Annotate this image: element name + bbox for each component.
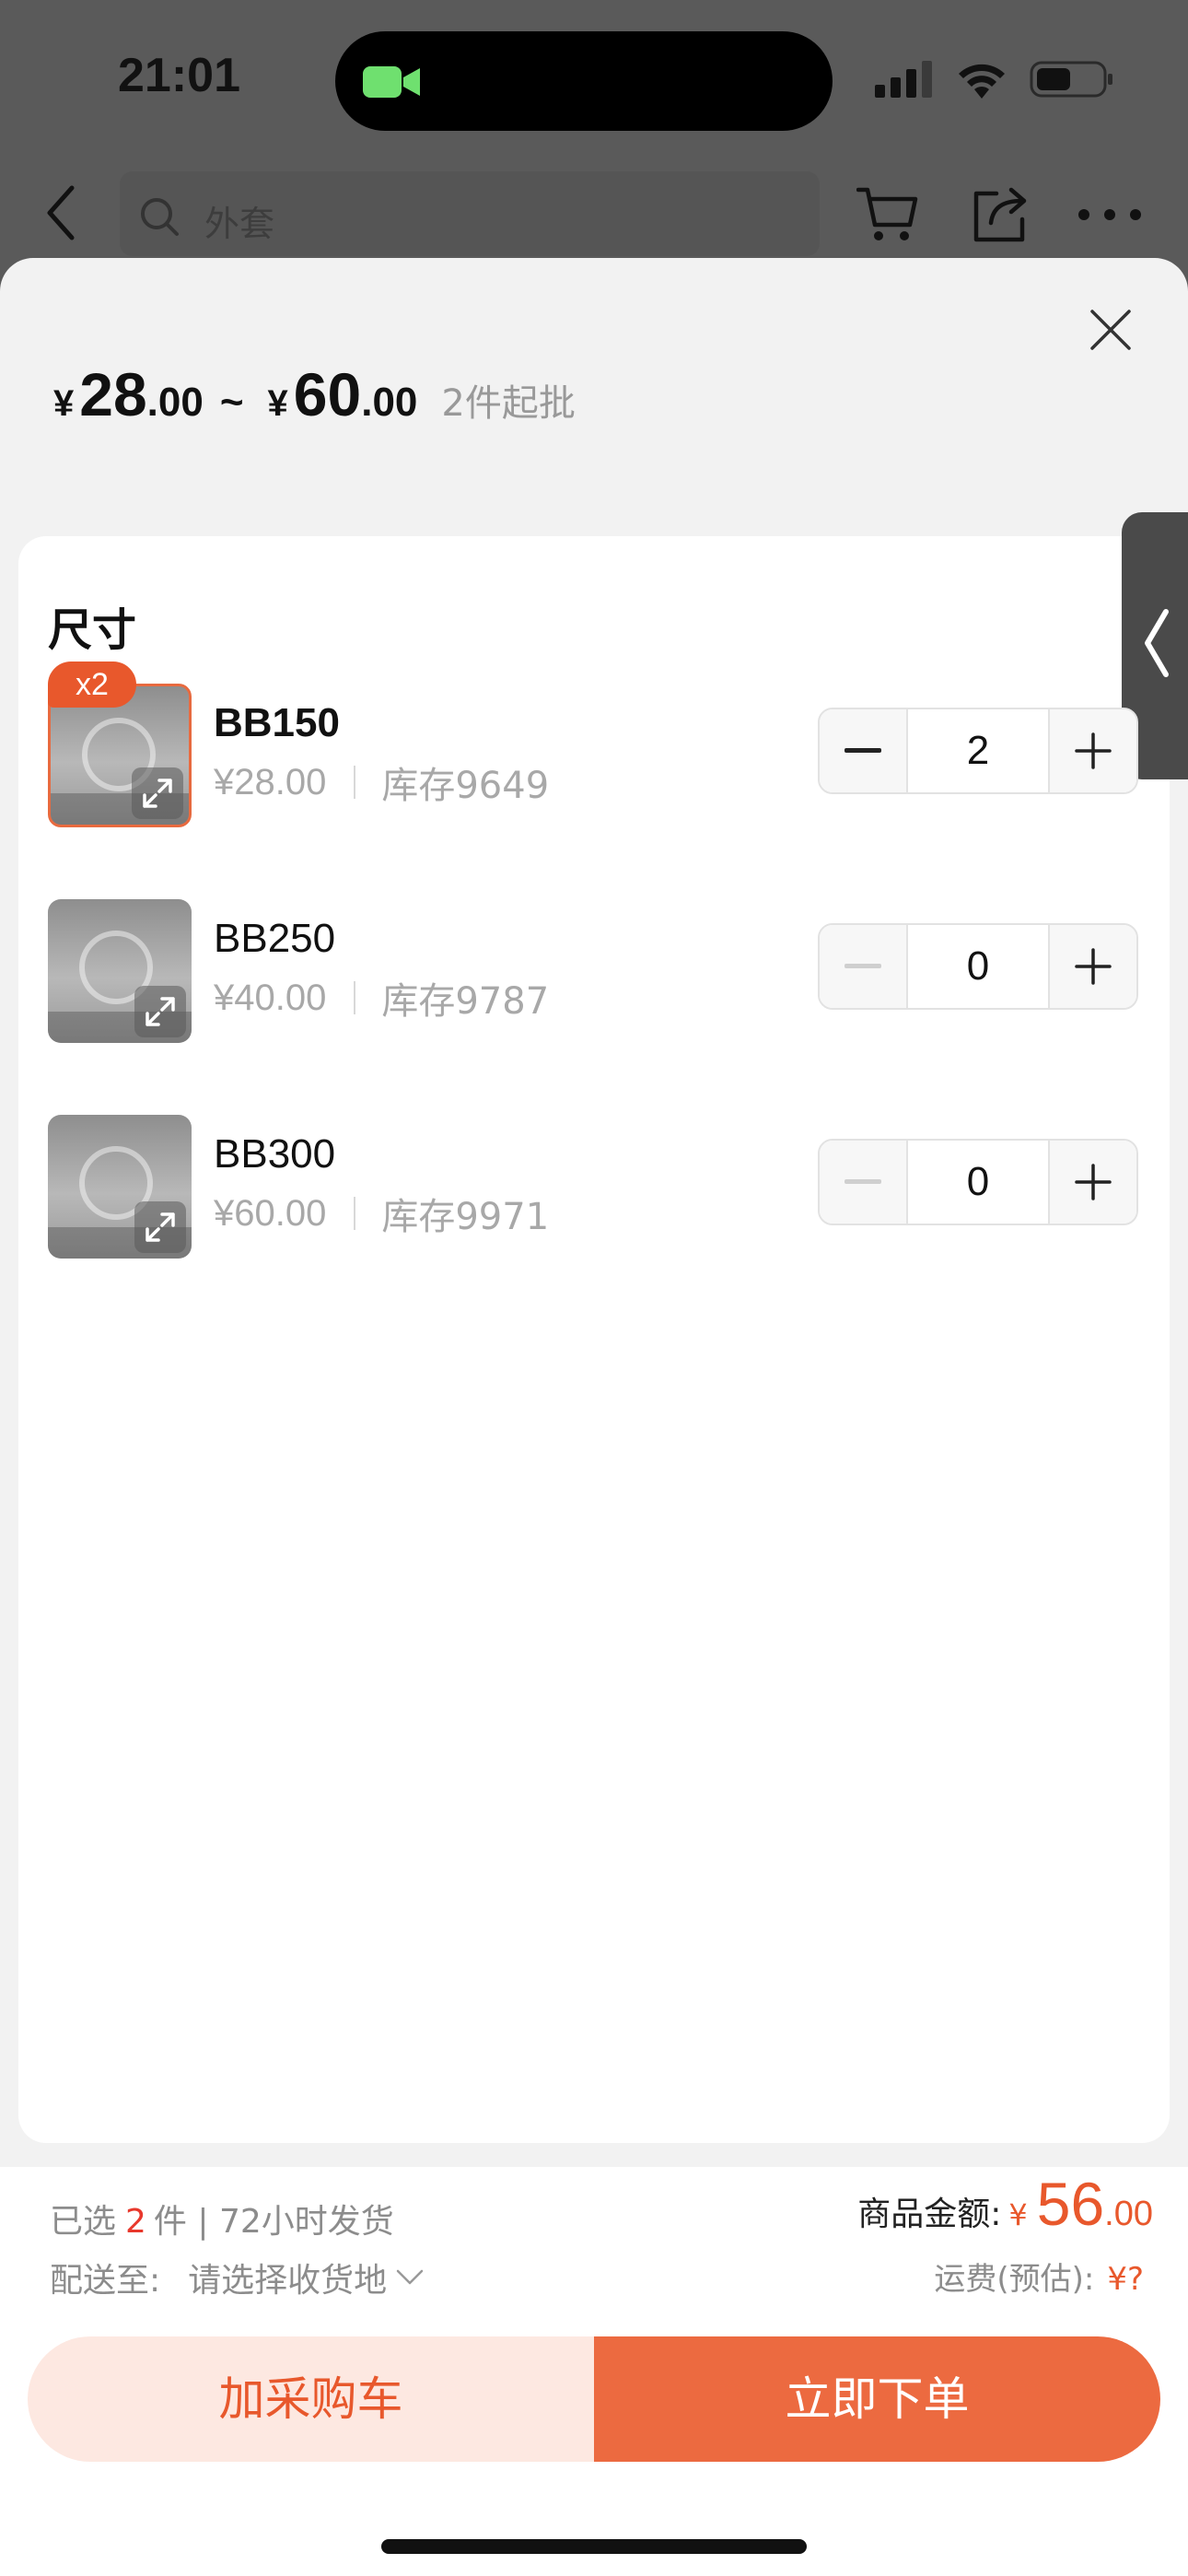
quantity-value[interactable]: 0 <box>908 925 1048 1008</box>
cellular-signal-icon <box>875 61 932 98</box>
status-icons <box>875 59 1114 100</box>
ship-to-value[interactable]: 请选择收货地 <box>188 2254 387 2301</box>
divider <box>354 766 356 799</box>
price-max-decimal: .00 <box>361 380 418 425</box>
buy-now-button[interactable]: 立即下单 <box>594 2336 1160 2462</box>
sku-name: BB150 <box>214 700 340 745</box>
expand-icon[interactable] <box>132 767 183 819</box>
divider <box>354 981 356 1014</box>
amount-label: 商品金额: <box>857 2195 1002 2233</box>
sku-stock: 库存9971 <box>381 1196 550 1238</box>
more-icon[interactable] <box>1076 205 1144 225</box>
expand-icon[interactable] <box>134 986 186 1037</box>
quantity-value[interactable]: 0 <box>908 1141 1048 1224</box>
sku-meta: ¥40.00 库存9787 <box>214 971 549 1025</box>
close-icon[interactable] <box>1089 308 1133 352</box>
minus-icon <box>844 964 881 968</box>
search-placeholder: 外套 <box>204 204 275 244</box>
status-time: 21:01 <box>118 49 240 102</box>
freight-label: 运费(预估): <box>934 2261 1095 2298</box>
selected-suffix: 件 | 72小时发货 <box>153 2203 394 2241</box>
plus-icon <box>1075 1164 1112 1200</box>
section-title-size: 尺寸 <box>48 604 137 656</box>
decrement-button[interactable] <box>820 925 908 1008</box>
battery-icon <box>1030 61 1112 98</box>
amount-decimal: .00 <box>1104 2195 1153 2233</box>
plus-icon <box>1075 732 1112 769</box>
freight-estimate: 运费(预估): ¥? <box>934 2254 1144 2299</box>
search-icon <box>141 198 179 236</box>
ship-to[interactable]: 配送至: 请选择收货地 <box>50 2254 424 2301</box>
price-max-integer: 60 <box>293 360 362 428</box>
cart-icon[interactable] <box>856 184 919 245</box>
selected-count: 2 <box>125 2203 146 2241</box>
decrement-button[interactable] <box>820 709 908 792</box>
share-icon[interactable] <box>971 184 1030 245</box>
home-indicator <box>381 2539 807 2554</box>
ship-to-label: 配送至: <box>50 2262 161 2300</box>
price-range: ¥ 28 .00 ~ ¥ 60 .00 2件起批 <box>53 359 576 429</box>
sku-stock: 库存9649 <box>381 765 550 807</box>
add-to-cart-button[interactable]: 加采购车 <box>28 2336 594 2462</box>
price-max-currency: ¥ <box>267 383 288 424</box>
quantity-badge: x2 <box>48 662 136 708</box>
price-min-currency: ¥ <box>53 383 75 424</box>
sku-row: BB250 ¥40.00 库存9787 0 <box>0 899 1188 1047</box>
price-range-separator: ~ <box>219 380 244 425</box>
back-icon[interactable] <box>44 184 77 241</box>
increment-button[interactable] <box>1048 709 1136 792</box>
plus-icon <box>1075 948 1112 985</box>
amount-integer: 56 <box>1036 2170 1105 2238</box>
increment-button[interactable] <box>1048 1141 1136 1224</box>
wifi-icon <box>959 64 1005 99</box>
sku-thumbnail[interactable] <box>48 1115 192 1259</box>
sku-name: BB250 <box>214 916 336 961</box>
divider <box>354 1197 356 1230</box>
increment-button[interactable] <box>1048 925 1136 1008</box>
sku-meta: ¥28.00 库存9649 <box>214 755 549 809</box>
minus-icon <box>844 1179 881 1184</box>
sku-stock: 库存9787 <box>381 980 550 1023</box>
sku-price: ¥40.00 <box>214 977 327 1018</box>
price-min-integer: 28 <box>79 360 147 428</box>
minimum-order: 2件起批 <box>441 382 576 425</box>
goods-amount: 商品金额: ¥ 56 .00 <box>857 2169 1153 2239</box>
selected-summary: 已选 2 件 | 72小时发货 <box>50 2195 394 2242</box>
price-min-decimal: .00 <box>146 380 204 425</box>
quantity-value[interactable]: 2 <box>908 709 1048 792</box>
sku-price: ¥28.00 <box>214 761 327 802</box>
amount-currency: ¥ <box>1008 2197 1028 2232</box>
decrement-button[interactable] <box>820 1141 908 1224</box>
sku-row: BB300 ¥60.00 库存9971 0 <box>0 1115 1188 1262</box>
selected-prefix: 已选 <box>50 2203 117 2241</box>
quantity-stepper: 0 <box>818 1139 1138 1225</box>
expand-icon[interactable] <box>134 1201 186 1253</box>
quantity-stepper: 0 <box>818 923 1138 1010</box>
minus-icon <box>844 748 881 753</box>
facetime-camera-icon <box>363 66 420 98</box>
sku-price: ¥60.00 <box>214 1192 327 1234</box>
sku-meta: ¥60.00 库存9971 <box>214 1187 549 1240</box>
freight-value: ¥? <box>1107 2261 1144 2298</box>
chevron-down-icon <box>396 2269 424 2285</box>
chevron-left-icon <box>1145 609 1169 677</box>
sku-thumbnail[interactable] <box>48 899 192 1043</box>
sku-name: BB300 <box>214 1131 336 1177</box>
sku-row: x2 BB150 ¥28.00 库存9649 2 <box>0 662 1188 831</box>
quantity-stepper: 2 <box>818 708 1138 794</box>
